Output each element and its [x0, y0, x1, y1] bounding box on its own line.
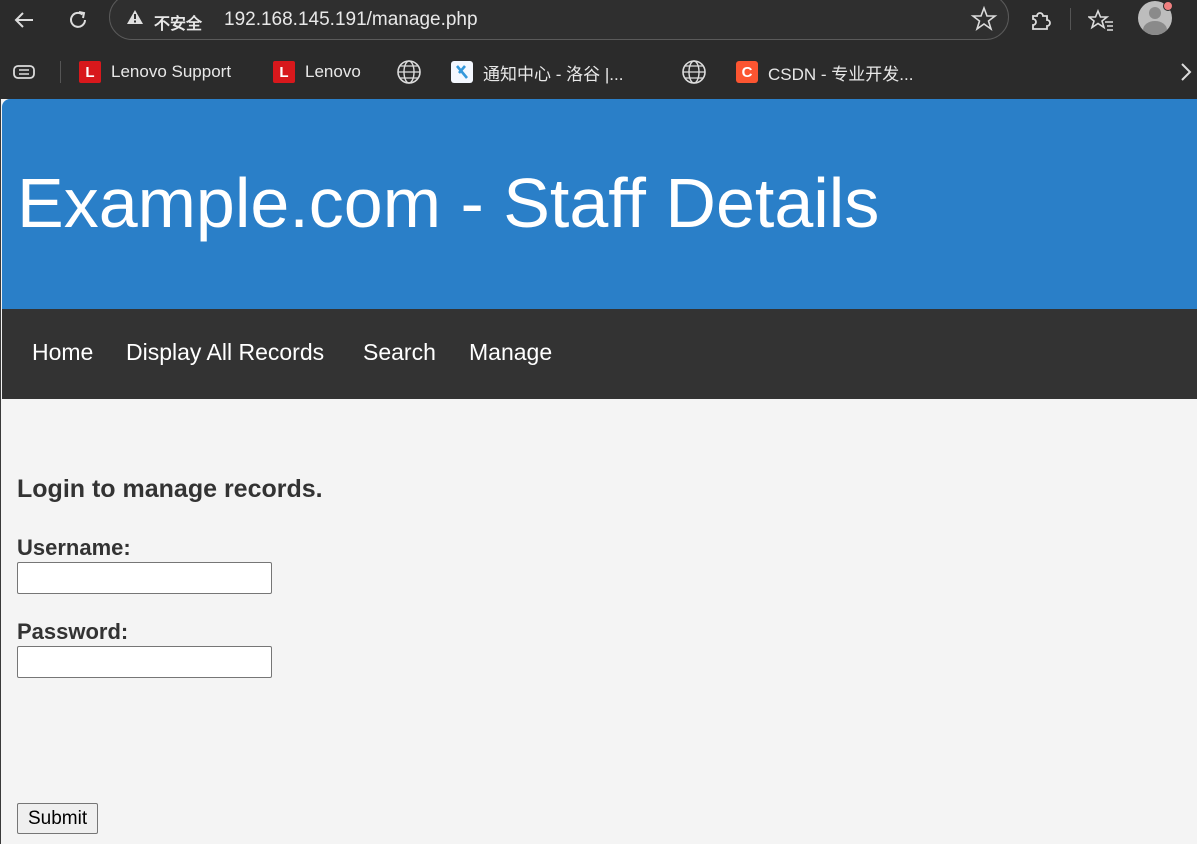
nav-display-all-records-link[interactable]: Display All Records	[126, 339, 324, 366]
lenovo-icon: L	[273, 61, 295, 83]
favorites-star-icon	[1088, 8, 1113, 31]
bookmark-label: Lenovo Support	[111, 62, 232, 81]
site-header: Example.com - Staff Details	[2, 99, 1197, 309]
lenovo-icon: L	[79, 61, 101, 83]
toolbar-divider	[1070, 8, 1071, 30]
csdn-icon: C	[736, 61, 758, 83]
main-nav: Home Display All Records Search Manage	[2, 309, 1197, 399]
bookmark-label: 通知中心 - 洛谷 |...	[483, 64, 624, 84]
extensions-button[interactable]	[1024, 4, 1056, 36]
reload-icon	[70, 11, 86, 28]
bookmark-luogu[interactable]: 通知中心 - 洛谷 |...	[451, 60, 623, 84]
bookmark-label: Lenovo	[305, 62, 361, 81]
bookmark-lenovo[interactable]: L Lenovo	[273, 60, 361, 84]
page-viewport: Example.com - Staff Details Home Display…	[0, 99, 1197, 844]
security-status[interactable]: 不安全	[154, 10, 202, 34]
nav-home-link[interactable]: Home	[32, 339, 93, 366]
browser-toolbar: 不安全 192.168.145.191/manage.php	[0, 0, 1197, 40]
bookmarks-overflow-button[interactable]	[1180, 60, 1192, 84]
nav-manage-link[interactable]: Manage	[469, 339, 552, 366]
bookmark-label: CSDN - 专业开发...	[768, 64, 914, 84]
site-title: Example.com - Staff Details	[17, 164, 880, 242]
password-label: Password:	[17, 619, 129, 644]
bookmarks-bar: L Lenovo Support L Lenovo 通知中心 - 洛谷 |...…	[0, 52, 1197, 92]
warning-icon	[126, 9, 144, 30]
password-field[interactable]	[17, 646, 272, 678]
address-bar[interactable]: 不安全 192.168.145.191/manage.php	[109, 0, 1009, 40]
bookmark-globe-1[interactable]	[396, 60, 422, 84]
username-label: Username:	[17, 535, 131, 560]
login-heading: Login to manage records.	[17, 475, 323, 503]
globe-icon	[397, 60, 421, 84]
browser-chrome: 不安全 192.168.145.191/manage.php L Lenovo …	[0, 0, 1197, 99]
tab-actions-icon	[13, 65, 35, 79]
avatar-body	[1143, 21, 1167, 35]
notification-dot	[1163, 1, 1173, 11]
globe-icon	[682, 60, 706, 84]
star-icon[interactable]	[970, 5, 998, 33]
chevron-right-icon	[1181, 63, 1192, 81]
luogu-icon	[451, 61, 473, 83]
tab-actions-button[interactable]	[12, 60, 38, 84]
puzzle-icon	[1032, 12, 1051, 30]
favorites-button[interactable]	[1085, 4, 1117, 36]
submit-button[interactable]: Submit	[17, 803, 99, 834]
username-field[interactable]	[17, 562, 272, 594]
back-arrow-icon	[14, 12, 33, 28]
back-button[interactable]	[8, 4, 40, 36]
avatar-head	[1149, 7, 1161, 19]
url-text[interactable]: 192.168.145.191/manage.php	[224, 9, 478, 31]
bookmarks-divider	[60, 61, 61, 83]
bookmark-lenovo-support[interactable]: L Lenovo Support	[79, 60, 231, 84]
bookmark-globe-2[interactable]	[681, 60, 707, 84]
bookmark-csdn[interactable]: C CSDN - 专业开发...	[736, 60, 913, 84]
nav-search-link[interactable]: Search	[363, 339, 436, 366]
reload-button[interactable]	[62, 4, 94, 36]
